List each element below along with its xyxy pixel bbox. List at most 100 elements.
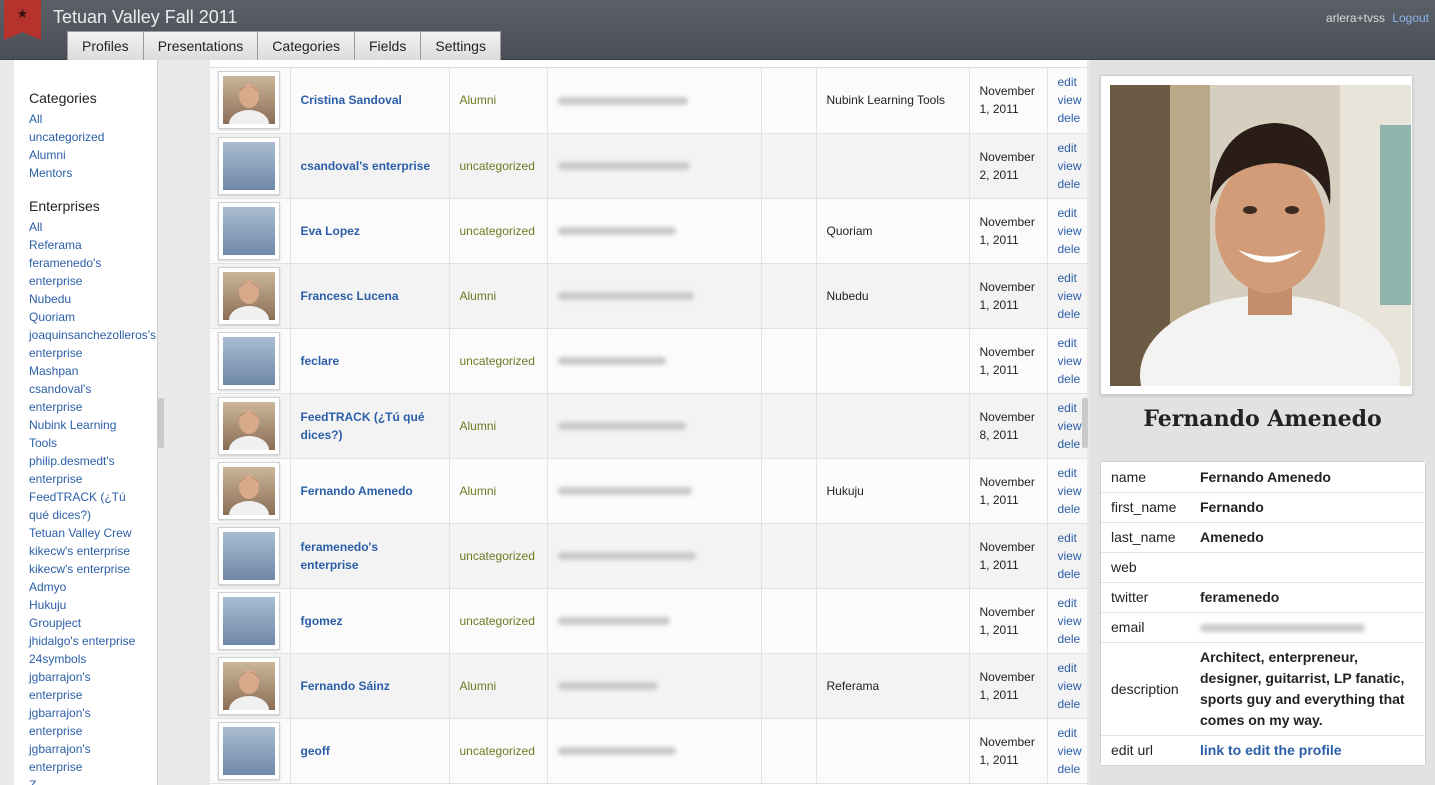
edit-link[interactable]: edit: [1058, 204, 1088, 222]
profile-name-link[interactable]: feramenedo's enterprise: [301, 540, 379, 572]
profile-name-link[interactable]: Francesc Lucena: [301, 289, 399, 303]
delete-link[interactable]: dele: [1058, 109, 1088, 127]
edit-link[interactable]: edit: [1058, 594, 1088, 612]
delete-link[interactable]: dele: [1058, 760, 1088, 778]
view-link[interactable]: view: [1058, 287, 1088, 305]
enterprise-link[interactable]: Tools: [29, 434, 157, 452]
avatar[interactable]: [218, 656, 280, 715]
enterprise-link[interactable]: enterprise: [29, 722, 157, 740]
view-link[interactable]: view: [1058, 742, 1088, 760]
enterprise-link[interactable]: All: [29, 218, 157, 236]
enterprise-link[interactable]: Tetuan Valley Crew: [29, 524, 157, 542]
view-link[interactable]: view: [1058, 677, 1088, 695]
enterprise-link[interactable]: enterprise: [29, 272, 157, 290]
profile-name-link[interactable]: Cristina Sandoval: [301, 93, 402, 107]
view-link[interactable]: view: [1058, 157, 1088, 175]
enterprise-link[interactable]: Nubedu: [29, 290, 157, 308]
avatar[interactable]: [218, 331, 280, 390]
profile-name-link[interactable]: csandoval's enterprise: [301, 159, 431, 173]
delete-link[interactable]: dele: [1058, 175, 1088, 193]
enterprise-link[interactable]: Quoriam: [29, 308, 157, 326]
edit-profile-link[interactable]: link to edit the profile: [1200, 742, 1342, 758]
avatar[interactable]: [218, 721, 280, 780]
delete-link[interactable]: dele: [1058, 630, 1088, 648]
edit-link[interactable]: edit: [1058, 464, 1088, 482]
tab-categories[interactable]: Categories: [257, 31, 355, 60]
enterprise-link[interactable]: qué dices?): [29, 506, 157, 524]
logout-link[interactable]: Logout: [1392, 11, 1429, 25]
tab-presentations[interactable]: Presentations: [142, 31, 259, 60]
table-scrollbar[interactable]: [1082, 398, 1088, 448]
email-blurred: [1200, 624, 1365, 633]
tab-profiles[interactable]: Profiles: [67, 31, 144, 60]
delete-link[interactable]: dele: [1058, 370, 1088, 388]
delete-link[interactable]: dele: [1058, 500, 1088, 518]
avatar[interactable]: [218, 201, 280, 260]
edit-link[interactable]: edit: [1058, 269, 1088, 287]
sidebar-scrollbar[interactable]: [158, 398, 164, 448]
delete-link[interactable]: dele: [1058, 695, 1088, 713]
profile-name-link[interactable]: geoff: [301, 744, 330, 758]
view-link[interactable]: view: [1058, 91, 1088, 109]
avatar[interactable]: [218, 396, 280, 455]
enterprise-link[interactable]: enterprise: [29, 470, 157, 488]
delete-link[interactable]: dele: [1058, 565, 1088, 583]
enterprise-link[interactable]: kikecw's enterprise: [29, 542, 157, 560]
enterprise-link[interactable]: Referama: [29, 236, 157, 254]
category-link[interactable]: All: [29, 110, 157, 128]
enterprise-link[interactable]: Mashpan: [29, 362, 157, 380]
enterprise-link[interactable]: joaquinsanchezolleros's: [29, 326, 157, 344]
email-cell: [547, 133, 762, 199]
enterprise-link[interactable]: 24symbols: [29, 650, 157, 668]
avatar[interactable]: [218, 136, 280, 195]
delete-link[interactable]: dele: [1058, 240, 1088, 258]
view-link[interactable]: view: [1058, 352, 1088, 370]
edit-link[interactable]: edit: [1058, 73, 1088, 91]
enterprise-link[interactable]: jgbarrajon's: [29, 668, 157, 686]
view-link[interactable]: view: [1058, 547, 1088, 565]
avatar[interactable]: [218, 591, 280, 650]
category-link[interactable]: Alumni: [29, 146, 157, 164]
avatar[interactable]: [218, 461, 280, 520]
enterprise-link[interactable]: kikecw's enterprise: [29, 560, 157, 578]
profile-name-link[interactable]: feclare: [301, 354, 340, 368]
edit-link[interactable]: edit: [1058, 529, 1088, 547]
enterprise-link[interactable]: FeedTRACK (¿Tú: [29, 488, 157, 506]
profile-name-link[interactable]: Fernando Sáinz: [301, 679, 390, 693]
avatar[interactable]: [218, 526, 280, 585]
profile-name-link[interactable]: Eva Lopez: [301, 224, 360, 238]
enterprise-link[interactable]: philip.desmedt's: [29, 452, 157, 470]
enterprise-label: Hukuju: [826, 483, 864, 498]
edit-link[interactable]: edit: [1058, 334, 1088, 352]
view-link[interactable]: view: [1058, 222, 1088, 240]
enterprise-link[interactable]: Nubink Learning: [29, 416, 157, 434]
edit-link[interactable]: edit: [1058, 659, 1088, 677]
enterprise-link[interactable]: Admyo: [29, 578, 157, 596]
category-link[interactable]: Mentors: [29, 164, 157, 182]
edit-link[interactable]: edit: [1058, 139, 1088, 157]
profile-name-link[interactable]: fgomez: [301, 614, 343, 628]
delete-link[interactable]: dele: [1058, 305, 1088, 323]
enterprise-link[interactable]: enterprise: [29, 686, 157, 704]
enterprise-link[interactable]: enterprise: [29, 344, 157, 362]
enterprise-link[interactable]: csandoval's: [29, 380, 157, 398]
edit-link[interactable]: edit: [1058, 724, 1088, 742]
enterprise-link[interactable]: Z...: [29, 776, 157, 785]
enterprise-link[interactable]: feramenedo's: [29, 254, 157, 272]
tab-settings[interactable]: Settings: [420, 31, 501, 60]
category-link[interactable]: uncategorized: [29, 128, 157, 146]
avatar[interactable]: [218, 71, 280, 130]
enterprise-link[interactable]: jhidalgo's enterprise: [29, 632, 157, 650]
profile-name-link[interactable]: Fernando Amenedo: [301, 484, 413, 498]
tab-fields[interactable]: Fields: [354, 31, 422, 60]
enterprise-link[interactable]: Hukuju: [29, 596, 157, 614]
enterprise-link[interactable]: jgbarrajon's: [29, 704, 157, 722]
profile-name-link[interactable]: FeedTRACK (¿Tú qué dices?): [301, 410, 425, 442]
enterprise-link[interactable]: enterprise: [29, 398, 157, 416]
enterprise-link[interactable]: Groupject: [29, 614, 157, 632]
view-link[interactable]: view: [1058, 482, 1088, 500]
avatar[interactable]: [218, 266, 280, 325]
view-link[interactable]: view: [1058, 612, 1088, 630]
enterprise-link[interactable]: enterprise: [29, 758, 157, 776]
enterprise-link[interactable]: jgbarrajon's: [29, 740, 157, 758]
